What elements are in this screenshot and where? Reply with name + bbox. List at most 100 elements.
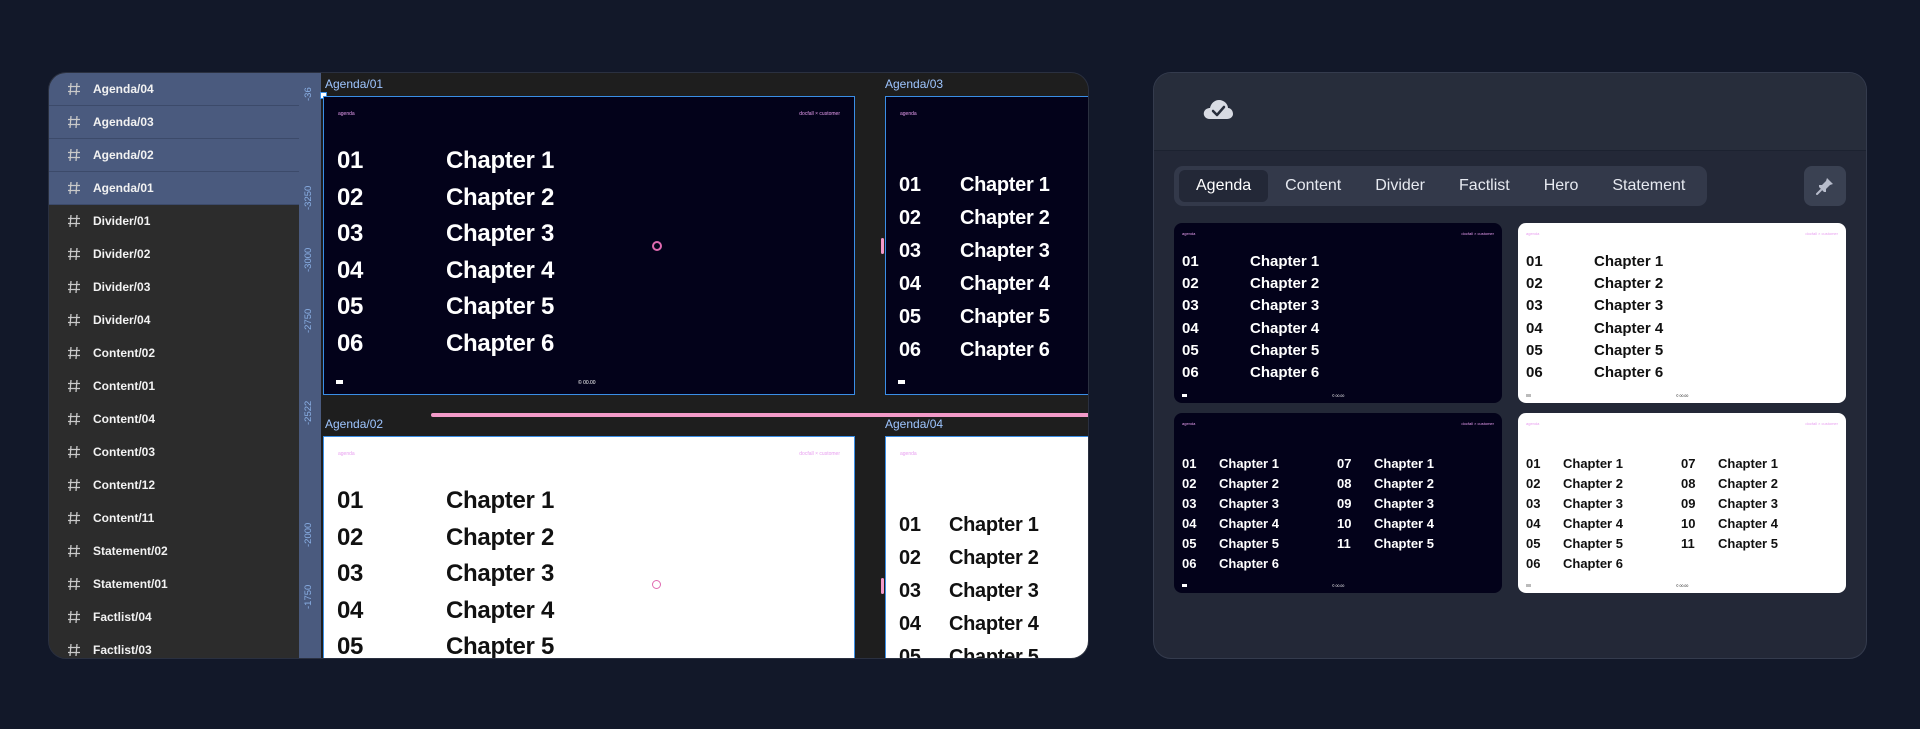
layer-item[interactable]: Content/12 <box>49 469 299 502</box>
layer-name: Agenda/04 <box>93 82 154 96</box>
card-agenda-row: 10 Chapter 4 <box>1337 516 1434 531</box>
layer-item[interactable]: Divider/01 <box>49 205 299 238</box>
card-agenda-row: 06 Chapter 6 <box>1526 364 1663 381</box>
ruler-tick: -1750 <box>303 584 314 609</box>
agenda-number: 05 <box>1526 536 1541 551</box>
plugin-window: Agenda Content Divider Factlist Hero Statemen… <box>1153 72 1867 659</box>
layer-item[interactable]: Statement/01 <box>49 568 299 601</box>
pin-button[interactable] <box>1804 166 1846 206</box>
agenda-row: 02 Chapter 2 <box>337 524 554 552</box>
layer-name: Divider/01 <box>93 214 151 228</box>
template-card-agenda-light[interactable]: agenda docfall × customer © 00.00 01 Chap… <box>1518 223 1846 403</box>
layer-item[interactable]: Content/11 <box>49 502 299 535</box>
layer-item[interactable]: Agenda/04 <box>49 73 299 106</box>
agenda-title: Chapter 5 <box>1718 536 1778 551</box>
layer-item[interactable]: Content/03 <box>49 436 299 469</box>
agenda-number: 05 <box>1526 341 1543 359</box>
template-card-agenda-dark-two-column[interactable]: agenda docfall × customer © 00.00 01 Chap… <box>1174 413 1502 593</box>
frame-label-agenda04[interactable]: Agenda/04 <box>885 417 943 431</box>
agenda-title: Chapter 4 <box>949 613 1039 635</box>
card-tag-right: docfall × customer <box>1461 421 1494 426</box>
cloud-check-icon[interactable] <box>1202 95 1234 125</box>
template-card-agenda-light-two-column[interactable]: agenda docfall × customer © 00.00 01 Chap… <box>1518 413 1846 593</box>
pin-icon <box>1816 178 1833 195</box>
layer-name: Agenda/03 <box>93 115 154 129</box>
layer-name: Factlist/03 <box>93 643 152 657</box>
tab-agenda[interactable]: Agenda <box>1179 170 1269 202</box>
agenda-title: Chapter 2 <box>1250 275 1320 293</box>
agenda-number: 04 <box>899 273 921 295</box>
agenda-number: 07 <box>1337 456 1352 471</box>
frame-footer-logo <box>898 380 905 384</box>
frame-agenda03[interactable]: agenda 01 Chapter 1 02 Chapter 2 03 Chapter 3… <box>885 96 1088 395</box>
layer-item[interactable]: Divider/03 <box>49 271 299 304</box>
layer-item[interactable]: Divider/04 <box>49 304 299 337</box>
agenda-number: 07 <box>1681 456 1696 471</box>
resize-handle-circle[interactable] <box>652 580 661 589</box>
tab-hero[interactable]: Hero <box>1527 170 1596 202</box>
card-agenda-row: 01 Chapter 1 <box>1182 253 1319 270</box>
frame-agenda01[interactable]: agenda docfall × customer © 00.00 01 Chap… <box>323 96 855 395</box>
tab-divider[interactable]: Divider <box>1358 170 1442 202</box>
agenda-title: Chapter 6 <box>960 339 1050 361</box>
agenda-title: Chapter 2 <box>949 547 1039 569</box>
frame-tag-right: docfall × customer <box>799 111 840 117</box>
card-agenda-row: 01 Chapter 1 <box>1526 456 1623 471</box>
frame-hash-icon <box>67 544 81 558</box>
layer-item[interactable]: Agenda/02 <box>49 139 299 172</box>
ruler-tick: -3000 <box>303 247 314 272</box>
card-agenda-row: 06 Chapter 6 <box>1526 556 1623 571</box>
agenda-number: 03 <box>337 560 364 587</box>
agenda-title: Chapter 2 <box>446 183 554 211</box>
card-agenda-row: 09 Chapter 3 <box>1337 496 1434 511</box>
agenda-number: 01 <box>1526 456 1541 471</box>
layer-item[interactable]: Factlist/03 <box>49 634 299 658</box>
agenda-row: 04 Chapter 4 <box>899 613 1039 636</box>
agenda-title: Chapter 6 <box>1219 556 1279 571</box>
agenda-number: 06 <box>899 339 921 361</box>
agenda-title: Chapter 3 <box>1563 496 1623 511</box>
card-agenda-row: 04 Chapter 4 <box>1182 320 1319 337</box>
agenda-title: Chapter 5 <box>446 293 554 320</box>
design-canvas[interactable]: Agenda/01 agenda docfall × customer © 00… <box>320 73 1088 658</box>
tab-statement[interactable]: Statement <box>1595 170 1702 202</box>
layer-item[interactable]: Content/04 <box>49 403 299 436</box>
frame-hash-icon <box>67 511 81 525</box>
card-agenda-row: 04 Chapter 4 <box>1526 516 1623 531</box>
layer-item[interactable]: Content/02 <box>49 337 299 370</box>
agenda-title: Chapter 4 <box>960 273 1050 295</box>
layer-item[interactable]: Agenda/01 <box>49 172 299 205</box>
ruler-highlight <box>299 440 321 658</box>
layer-item[interactable]: Content/01 <box>49 370 299 403</box>
frame-label-agenda02[interactable]: Agenda/02 <box>325 417 383 431</box>
agenda-title: Chapter 6 <box>1594 364 1664 381</box>
frame-tag: agenda <box>338 451 355 457</box>
agenda-title: Chapter 4 <box>1250 319 1320 337</box>
agenda-number: 05 <box>899 306 921 328</box>
tab-factlist[interactable]: Factlist <box>1442 170 1527 202</box>
layer-item[interactable]: Factlist/04 <box>49 601 299 634</box>
resize-handle-circle[interactable] <box>652 241 662 251</box>
frame-agenda04[interactable]: agenda 01 Chapter 1 02 Chapter 2 03 Chapter 3… <box>885 436 1088 658</box>
agenda-title: Chapter 1 <box>1563 456 1623 471</box>
agenda-number: 05 <box>1182 341 1199 359</box>
layer-item[interactable]: Agenda/03 <box>49 106 299 139</box>
agenda-number: 03 <box>899 240 921 262</box>
layer-item[interactable]: Statement/02 <box>49 535 299 568</box>
frame-label-agenda01[interactable]: Agenda/01 <box>325 77 383 91</box>
card-agenda-row: 08 Chapter 2 <box>1337 476 1434 491</box>
tab-content[interactable]: Content <box>1268 170 1358 202</box>
ruler-tick: -2750 <box>303 308 314 333</box>
frame-label-agenda03[interactable]: Agenda/03 <box>885 77 943 91</box>
frame-tag: agenda <box>338 111 355 117</box>
agenda-title: Chapter 5 <box>1250 341 1320 359</box>
layer-item[interactable]: Divider/02 <box>49 238 299 271</box>
vertical-ruler: -36 -3250 -3000 -2750 -2522 -2000 -1750 <box>299 73 321 658</box>
agenda-title: Chapter 4 <box>446 256 554 284</box>
agenda-title: Chapter 5 <box>1374 536 1434 551</box>
category-tabs: Agenda Content Divider Factlist Hero Statemen… <box>1174 166 1708 206</box>
card-agenda-row: 04 Chapter 4 <box>1182 516 1279 531</box>
card-agenda-row: 01 Chapter 1 <box>1182 456 1279 471</box>
frame-agenda02[interactable]: agenda docfall × customer 01 Chapter 1 02 C… <box>323 436 855 658</box>
template-card-agenda-dark[interactable]: agenda docfall × customer © 00.00 01 Chap… <box>1174 223 1502 403</box>
